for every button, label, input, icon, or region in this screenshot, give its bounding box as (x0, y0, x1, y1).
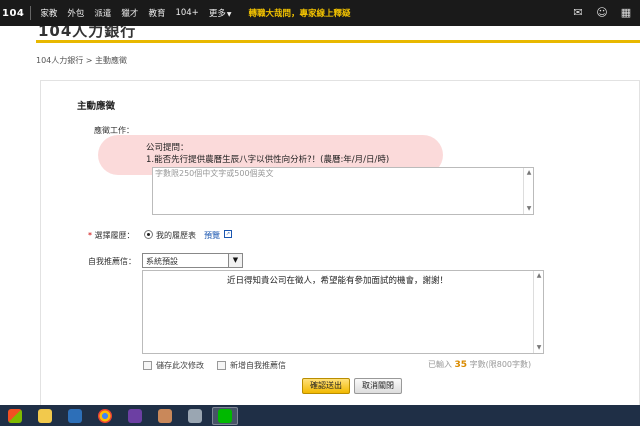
app-icon (158, 408, 172, 423)
resume-label-text: 選擇履歷： (94, 231, 135, 240)
cover-letter-label: 自我推薦信： (88, 257, 136, 266)
chrome-icon (98, 408, 112, 423)
chevron-down-icon: ▼ (226, 11, 232, 18)
add-letter-label: 新增自我推薦信 (230, 361, 286, 370)
taskbar-media[interactable] (62, 407, 88, 425)
user-icon[interactable]: ☺ (594, 5, 610, 21)
nav-item-outsource[interactable]: 外包 (62, 7, 89, 19)
external-link-icon[interactable]: ↗ (224, 230, 232, 238)
answer-placeholder: 字數限250個中文字或500個英文 (155, 169, 274, 178)
save-changes-checkbox[interactable] (143, 361, 152, 370)
scroll-down-icon[interactable]: ▼ (524, 204, 534, 214)
cover-letter-text: 近日得知貴公司在徵人，希望能有參加面試的機會，謝謝！ (227, 276, 449, 286)
count-value: 35 (454, 360, 468, 370)
chevron-down-icon[interactable]: ▼ (228, 254, 242, 267)
taskbar-chrome[interactable] (92, 407, 118, 425)
nav-item-more[interactable]: 更多▼ (204, 7, 237, 19)
count-prefix: 已輸入 (428, 360, 452, 369)
cover-letter-select[interactable]: 系統預設 ▼ (142, 253, 243, 268)
start-button[interactable] (2, 407, 28, 425)
letter-scrollbar[interactable]: ▲ ▼ (533, 271, 543, 353)
nav-more-label: 更多 (208, 9, 226, 19)
scroll-down-icon[interactable]: ▼ (534, 343, 544, 353)
company-question-text: 1.能否先行提供農曆生辰八字以供性向分析?！(農曆:年/月/日/時) (146, 155, 390, 165)
app-icon (188, 408, 202, 423)
taskbar-vs[interactable] (122, 407, 148, 425)
folder-icon (38, 408, 52, 423)
taskbar-app[interactable] (152, 407, 178, 425)
promo-link[interactable]: 轉職大哉問，專家線上釋疑 (248, 7, 350, 19)
count-suffix: 字數(限800字數) (469, 360, 532, 369)
breadcrumb[interactable]: 104人力銀行 > 主動應徵 (36, 55, 127, 66)
resume-label: * 選擇履歷： (88, 230, 135, 241)
scroll-up-icon[interactable]: ▲ (534, 271, 544, 281)
submit-button[interactable]: 確認送出 (302, 378, 350, 394)
nav-item-tutor[interactable]: 家教 (35, 7, 62, 19)
nav-divider (30, 6, 32, 20)
page-title: 主動應徵 (77, 101, 116, 112)
cover-letter-select-value: 系統預設 (146, 257, 178, 266)
char-count: 已輸入 35 字數(限800字數) (428, 359, 531, 370)
cover-letter-textarea[interactable]: 近日得知貴公司在徵人，希望能有參加面試的機會，謝謝！ ▲ ▼ (142, 270, 544, 354)
mail-icon[interactable]: ✉ (570, 5, 586, 21)
answer-scrollbar[interactable]: ▲ ▼ (523, 168, 533, 214)
nav-item-headhunter[interactable]: 獵才 (116, 7, 143, 19)
preview-link[interactable]: 預覽 (204, 230, 220, 241)
required-marker: * (88, 231, 92, 240)
windows-taskbar (0, 405, 640, 426)
nav-item-dispatch[interactable]: 派遣 (89, 7, 116, 19)
scroll-up-icon[interactable]: ▲ (524, 168, 534, 178)
visual-studio-icon (128, 408, 142, 423)
line-icon (218, 408, 232, 423)
resume-option-label[interactable]: 我的履歷表 (156, 230, 196, 241)
top-nav-bar: 104 家教 外包 派遣 獵才 教育 104+ 更多▼ 轉職大哉問，專家線上釋疑… (0, 0, 640, 26)
nav-item-education[interactable]: 教育 (143, 7, 170, 19)
add-letter-checkbox[interactable] (217, 361, 226, 370)
cancel-button[interactable]: 取消關閉 (354, 378, 402, 394)
nav-item-104plus[interactable]: 104+ (170, 8, 203, 18)
resume-radio[interactable] (144, 230, 153, 239)
site-logo[interactable]: 104 (0, 8, 30, 19)
topbar-icons: ✉ ☺ ▦ (570, 5, 634, 21)
windows-icon (8, 408, 22, 423)
company-question-title: 公司提問： (146, 143, 189, 153)
taskbar-app-2[interactable] (182, 407, 208, 425)
header-accent-line (36, 40, 640, 43)
media-player-icon (68, 408, 82, 423)
question-answer-textarea[interactable]: 字數限250個中文字或500個英文 ▲ ▼ (152, 167, 534, 215)
taskbar-explorer[interactable] (32, 407, 58, 425)
save-changes-label: 儲存此次修改 (156, 361, 204, 370)
taskbar-line[interactable] (212, 406, 238, 425)
apps-icon[interactable]: ▦ (618, 5, 634, 21)
